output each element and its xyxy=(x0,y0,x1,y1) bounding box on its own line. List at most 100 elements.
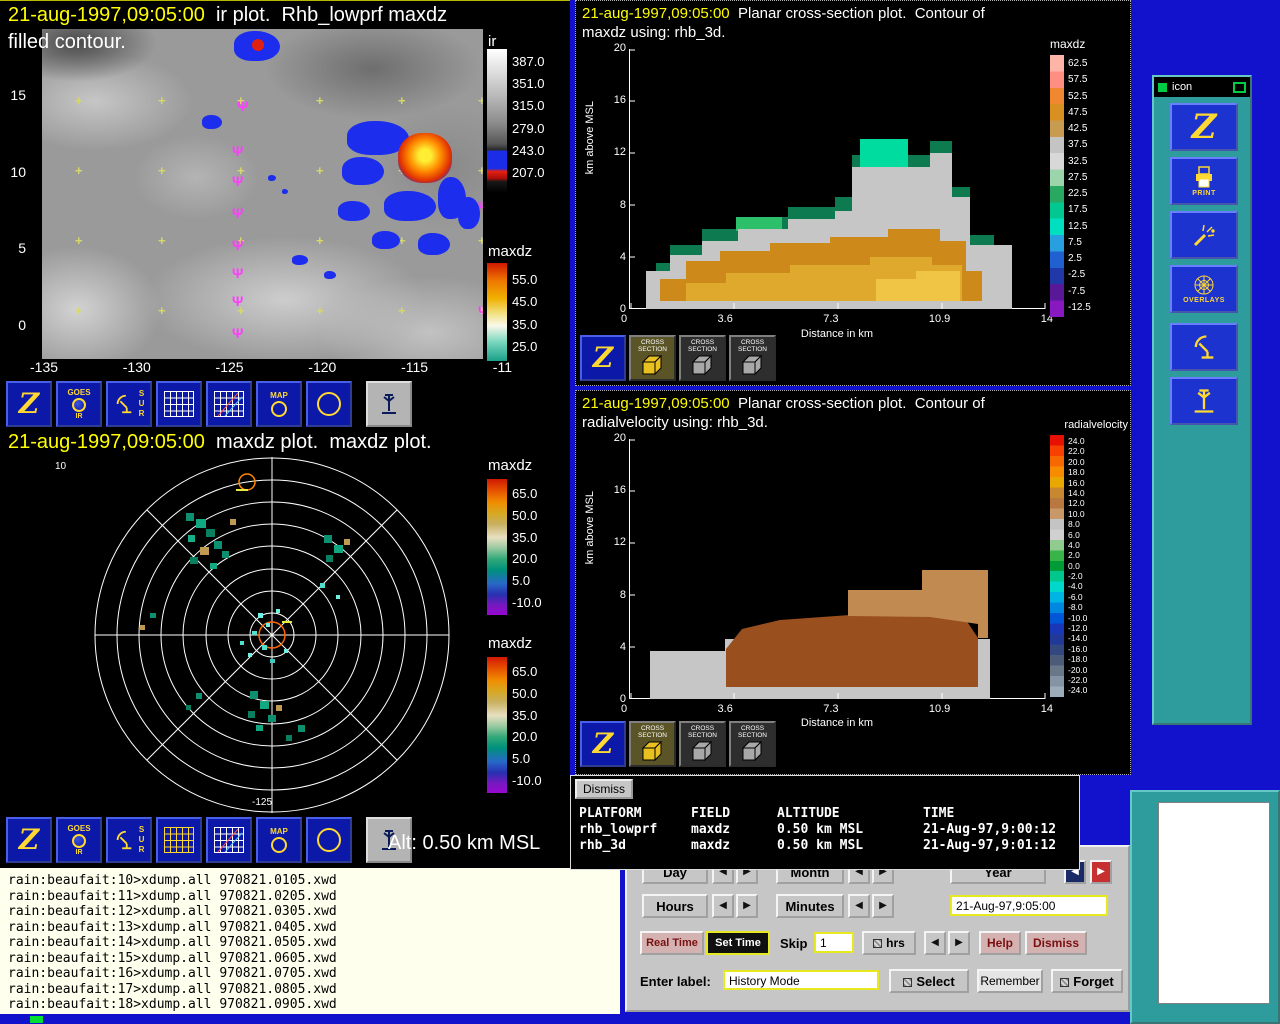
y-axis-tick: 4 xyxy=(602,642,626,653)
goes-ir-button[interactable]: GOESIR xyxy=(56,381,102,427)
cross-section-button-2[interactable]: CROSS SECTION xyxy=(679,335,726,381)
radar-survey-button[interactable]: SUR xyxy=(106,817,152,863)
cross-section-button-1[interactable]: CROSS SECTION xyxy=(629,721,676,767)
label-input[interactable]: History Mode xyxy=(723,970,879,990)
y-axis-tick: 5 xyxy=(2,240,32,256)
minutes-increment-button[interactable]: ▶ xyxy=(872,894,894,918)
sat-y-axis-ticks: 151050 xyxy=(2,29,32,359)
sidebar-overlays-button[interactable]: OVERLAYS xyxy=(1170,265,1238,313)
antenna-mast-icon xyxy=(377,392,401,416)
minutes-button[interactable]: Minutes xyxy=(776,894,844,918)
sidebar-annotate-button[interactable] xyxy=(1170,211,1238,259)
xterm-window[interactable]: rain:beaufait:10>xdump.all 970821.0105.x… xyxy=(0,868,620,1014)
y-axis-tick: 15 xyxy=(2,87,32,103)
skip-input[interactable]: 1 xyxy=(814,932,854,953)
colorbar-tick: 7.5 xyxy=(1068,238,1091,248)
goes-ir-button[interactable]: GOESIR xyxy=(56,817,102,863)
colorbar-tick: 35.0 xyxy=(512,709,542,722)
xs1-x-axis-ticks: 03.67.310.914 xyxy=(621,313,1053,325)
y-axis-tick: 8 xyxy=(602,590,626,601)
wand-icon xyxy=(1191,222,1217,248)
colorbar-tick: -20.0 xyxy=(1068,666,1087,675)
cross-section-label: CROSS SECTION xyxy=(731,339,775,354)
hours-increment-button[interactable]: ▶ xyxy=(736,894,758,918)
year-increment-button[interactable]: ▶ xyxy=(1090,860,1112,884)
table-header-row: PLATFORMFIELDALTITUDETIME xyxy=(579,806,1075,822)
help-button[interactable]: Help xyxy=(979,931,1021,955)
map-label: MAP xyxy=(270,391,288,400)
zeb-menu-button[interactable]: Z xyxy=(6,381,52,427)
radar-colorbar1-label: maxdz xyxy=(488,457,532,474)
hours-decrement-button[interactable]: ◀ xyxy=(712,894,734,918)
colorbar-tick: 25.0 xyxy=(512,340,537,353)
popup-dismiss-button[interactable]: Dismiss xyxy=(575,779,633,799)
map-button[interactable]: MAP xyxy=(256,381,302,427)
xs1-y-axis-label: km above MSL xyxy=(584,101,596,174)
xs1-title-text: Planar cross-section plot. Contour of xyxy=(730,5,985,22)
cloud-echo-blob xyxy=(324,271,336,279)
colorbar-tick: 16.0 xyxy=(1068,479,1087,488)
colorbar-tick: 47.5 xyxy=(1068,108,1091,118)
soundings-button[interactable] xyxy=(206,817,252,863)
xs1-plot-area[interactable] xyxy=(629,49,1045,309)
y-axis-tick: 20 xyxy=(602,433,626,444)
sidebar-ship-antenna-button[interactable] xyxy=(1170,377,1238,425)
sidebar-titlebar[interactable]: icon xyxy=(1154,77,1250,97)
sidebar-radar-button[interactable] xyxy=(1170,323,1238,371)
colorbar-tick: 18.0 xyxy=(1068,468,1087,477)
hrs-toggle[interactable]: hrs xyxy=(862,931,916,955)
minutes-decrement-button[interactable]: ◀ xyxy=(848,894,870,918)
radar-survey-button[interactable]: SUR xyxy=(106,381,152,427)
zeb-menu-button[interactable]: Z xyxy=(580,721,626,767)
xs2-plot-area[interactable] xyxy=(629,439,1045,699)
map-button[interactable]: MAP xyxy=(256,817,302,863)
maxdz-cross-section-contours xyxy=(630,49,1046,309)
skip-forward-button[interactable]: ▶ xyxy=(948,931,970,955)
cross-section-label: CROSS SECTION xyxy=(631,339,675,354)
colorbar-tick: 62.5 xyxy=(1068,59,1091,69)
cross-section-button-1[interactable]: CROSS SECTION xyxy=(629,335,676,381)
skip-back-button[interactable]: ◀ xyxy=(924,931,946,955)
cross-section-button-3[interactable]: CROSS SECTION xyxy=(729,335,776,381)
cross-section-label: CROSS SECTION xyxy=(681,339,725,354)
zeb-menu-button[interactable]: Z xyxy=(580,335,626,381)
select-button[interactable]: Select xyxy=(889,969,969,993)
y-axis-tick: 16 xyxy=(602,95,626,106)
sidebar-title: icon xyxy=(1172,81,1192,93)
soundings-button[interactable] xyxy=(206,381,252,427)
sidebar-print-button[interactable]: PRINT xyxy=(1170,157,1238,205)
forget-label: Forget xyxy=(1073,974,1113,989)
window-menu-icon[interactable] xyxy=(1158,83,1167,92)
colorbar-tick: -14.0 xyxy=(1068,634,1087,643)
grid-button[interactable] xyxy=(156,817,202,863)
antenna-mast-icon xyxy=(1190,387,1218,415)
hours-button[interactable]: Hours xyxy=(642,894,708,918)
skip-label: Skip xyxy=(780,936,807,951)
window-maximize-icon[interactable] xyxy=(1233,82,1246,93)
ir-colorbar-ticks: 387.0351.0315.0279.0243.0207.0 xyxy=(512,55,545,179)
globe-ring-icon xyxy=(271,401,287,417)
xs1-timestamp: 21-aug-1997,09:05:00 xyxy=(582,5,730,22)
range-rings-button[interactable] xyxy=(306,817,352,863)
satellite-image-display[interactable]: ++++++++++++++++++++++++ΨΨΨΨΨΨΨΨΨΨ xyxy=(42,29,483,359)
set-time-button[interactable]: Set Time xyxy=(706,931,770,955)
range-rings-button[interactable] xyxy=(306,381,352,427)
cross-section-button-3[interactable]: CROSS SECTION xyxy=(729,721,776,767)
colorbar-tick: 5.0 xyxy=(512,752,542,765)
ir-label: IR xyxy=(76,413,83,420)
sidebar-zeb-button[interactable]: Z xyxy=(1170,103,1238,151)
time-dismiss-button[interactable]: Dismiss xyxy=(1025,931,1087,955)
sat-panel-title: 21-aug-1997,09:05:00 ir plot. Rhb_lowprf… xyxy=(8,4,447,27)
forget-button[interactable]: Forget xyxy=(1051,969,1123,993)
colorbar-tick: 8.0 xyxy=(1068,520,1087,529)
grid-button[interactable] xyxy=(156,381,202,427)
cross-section-button-2[interactable]: CROSS SECTION xyxy=(679,721,726,767)
real-time-button[interactable]: Real Time xyxy=(640,931,704,955)
ship-antenna-button[interactable] xyxy=(366,381,412,427)
remember-button[interactable]: Remember xyxy=(977,969,1043,993)
time-input[interactable]: 21-Aug-97,9:05:00 xyxy=(950,895,1108,916)
zeb-menu-button[interactable]: Z xyxy=(6,817,52,863)
x-axis-tick: 7.3 xyxy=(823,703,838,715)
radar-colorbar2 xyxy=(487,657,507,793)
radar-ppi-display[interactable] xyxy=(0,455,545,815)
